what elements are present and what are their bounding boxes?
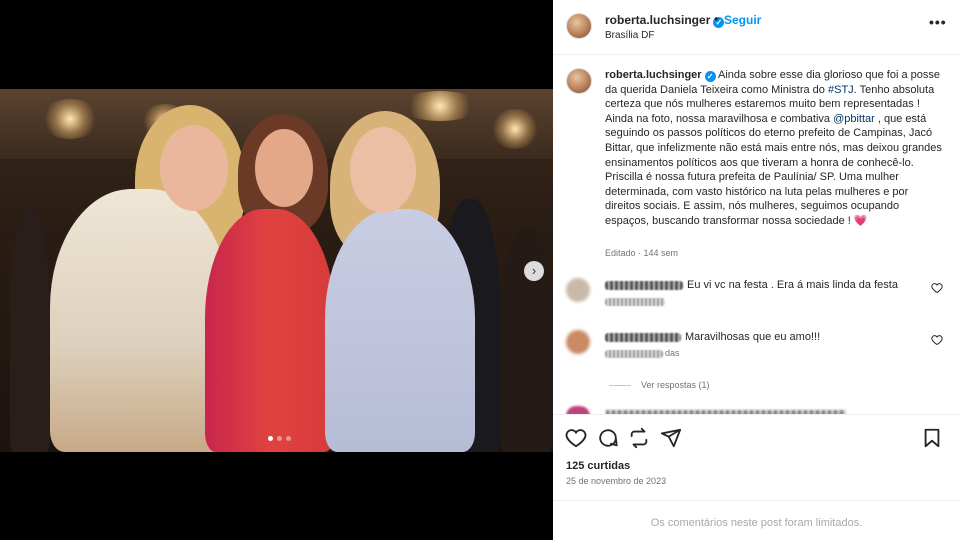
share-icon[interactable] [660,427,682,449]
heart-icon[interactable] [931,282,943,294]
repost-icon[interactable] [628,427,650,449]
person-left-face [160,125,228,211]
location-link[interactable]: Brasília DF [605,30,654,41]
verified-badge-icon: ✓ [704,71,716,82]
comment-icon[interactable] [597,427,619,449]
like-icon[interactable] [565,427,587,449]
comment-meta-blurred [605,298,665,306]
avatar[interactable] [566,330,590,354]
caption-meta: Editado · 144 sem [605,248,679,258]
caption-username[interactable]: roberta.luchsinger ✓ [605,69,716,82]
person-right [325,209,475,452]
avatar[interactable] [566,68,592,94]
comment-meta-suffix: das [665,348,680,358]
hashtag-link[interactable]: #STJ [828,84,854,96]
photo-light [40,99,100,139]
separator: • [714,12,719,26]
carousel-dot [268,436,273,441]
avatar[interactable] [566,13,592,39]
view-replies-button[interactable]: Ver respostas (1) [609,380,710,390]
comment-text: Eu vi vc na festa . Era á mais linda da … [687,279,898,291]
partial-comment [566,406,866,414]
person-left [50,189,230,452]
person-middle [205,209,335,452]
comment-item: Eu vi vc na festa . Era á mais linda da … [553,278,960,318]
photo-light [490,109,540,149]
post-photo[interactable] [0,89,553,452]
heart-emoji: 💗 [853,214,868,227]
carousel-dots [268,436,291,441]
carousel-dot [277,436,282,441]
header-username[interactable]: roberta.luchsinger ✓ [605,13,725,28]
chevron-right-icon[interactable]: › [524,261,544,281]
heart-icon[interactable] [931,334,943,346]
photo-light [400,91,480,121]
person-right-face [350,127,416,213]
comment-username-blurred[interactable] [605,281,683,290]
post-date: 25 de novembro de 2023 [566,476,667,486]
action-bar [553,414,960,459]
caption-text: roberta.luchsinger ✓ Ainda sobre esse dia… [605,68,945,229]
comment-meta-blurred [605,350,663,358]
mention-link[interactable]: @pbittar [833,113,875,125]
post-sidebar: roberta.luchsinger ✓ • Seguir Brasília DF… [553,0,960,540]
comments-limited-notice: Os comentários neste post foram limitado… [553,500,960,540]
background-guest [10,209,50,452]
person-middle-face [255,129,313,207]
comments-scroll-area[interactable]: roberta.luchsinger ✓ Ainda sobre esse dia… [553,56,960,414]
follow-button[interactable]: Seguir [724,13,761,27]
comment-username-blurred[interactable] [605,333,681,342]
comment-text: Maravilhosas que eu amo!!! [685,331,821,343]
username-text[interactable]: roberta.luchsinger [605,13,710,27]
caption-body: , que está seguindo os passos políticos … [605,112,942,227]
avatar [566,406,590,414]
replies-divider [609,385,631,387]
more-options-icon[interactable]: ••• [929,14,947,30]
post-header: roberta.luchsinger ✓ • Seguir Brasília DF… [553,0,960,55]
bookmark-icon[interactable] [921,427,943,449]
carousel-dot [286,436,291,441]
comment-item: Maravilhosas que eu amo!!! das [553,330,960,370]
avatar[interactable] [566,278,590,302]
likes-count[interactable]: 125 curtidas [566,460,630,472]
media-panel: › [0,0,553,540]
